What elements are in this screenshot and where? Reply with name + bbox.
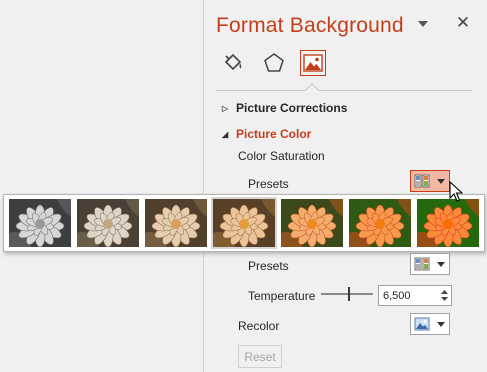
- tone-presets-button[interactable]: [410, 253, 450, 275]
- mouse-pointer-icon: [449, 181, 463, 202]
- temperature-slider-track[interactable]: [321, 293, 373, 295]
- saturation-preset-5[interactable]: [281, 199, 343, 247]
- pane-options-dropdown[interactable]: [416, 17, 430, 31]
- saturation-preset-6[interactable]: [349, 199, 411, 247]
- chevron-down-icon: [433, 321, 449, 327]
- close-pane-button[interactable]: ✕: [454, 13, 472, 32]
- chevron-down-icon: [433, 261, 449, 267]
- temperature-input[interactable]: [379, 286, 437, 305]
- tone-presets-label: Presets: [248, 259, 289, 273]
- recolor-picture-icon: [411, 314, 433, 334]
- saturation-presets-button[interactable]: [410, 170, 450, 192]
- expanded-triangle-icon: ◢: [222, 129, 229, 139]
- color-saturation-label: Color Saturation: [238, 149, 325, 163]
- color-presets-icon: [411, 254, 433, 274]
- saturation-presets-label: Presets: [248, 177, 289, 191]
- temperature-label: Temperature: [248, 289, 316, 303]
- tab-picture[interactable]: [300, 50, 326, 76]
- reset-button[interactable]: Reset: [238, 345, 282, 368]
- tab-divider: [216, 90, 472, 91]
- paint-bucket-icon: [224, 53, 242, 71]
- saturation-preset-1[interactable]: [9, 199, 71, 247]
- saturation-presets-gallery: [3, 194, 485, 252]
- picture-icon: [303, 54, 323, 72]
- pentagon-icon: [264, 53, 284, 72]
- chevron-up-icon[interactable]: [440, 290, 448, 294]
- picture-color-header[interactable]: ◢ Picture Color: [222, 127, 311, 141]
- collapsed-triangle-icon: ▷: [222, 103, 229, 113]
- temperature-slider-thumb[interactable]: [348, 287, 350, 301]
- picture-color-label: Picture Color: [236, 127, 312, 141]
- saturation-preset-3[interactable]: [145, 199, 207, 247]
- recolor-button[interactable]: [410, 313, 450, 335]
- pane-divider[interactable]: [203, 0, 204, 372]
- picture-corrections-header[interactable]: ▷ Picture Corrections: [222, 101, 347, 115]
- saturation-preset-4[interactable]: [211, 197, 277, 249]
- temperature-spinner[interactable]: [378, 285, 452, 306]
- tab-fill[interactable]: [220, 50, 246, 76]
- saturation-preset-7[interactable]: [417, 199, 479, 247]
- active-tab-pointer: [304, 82, 320, 98]
- tab-effects[interactable]: [261, 50, 287, 76]
- pane-title: Format Background: [216, 14, 404, 37]
- triangle-down-icon: [418, 21, 428, 27]
- color-presets-icon: [411, 171, 433, 191]
- close-icon: ✕: [455, 13, 471, 32]
- spinner-arrows[interactable]: [437, 286, 451, 305]
- recolor-label: Recolor: [238, 319, 280, 333]
- format-background-screen: Format Background ✕ ▷ Picture Correction…: [0, 0, 487, 372]
- chevron-down-icon[interactable]: [440, 297, 448, 301]
- chevron-down-icon: [433, 178, 449, 184]
- picture-corrections-label: Picture Corrections: [236, 101, 348, 115]
- saturation-preset-2[interactable]: [77, 199, 139, 247]
